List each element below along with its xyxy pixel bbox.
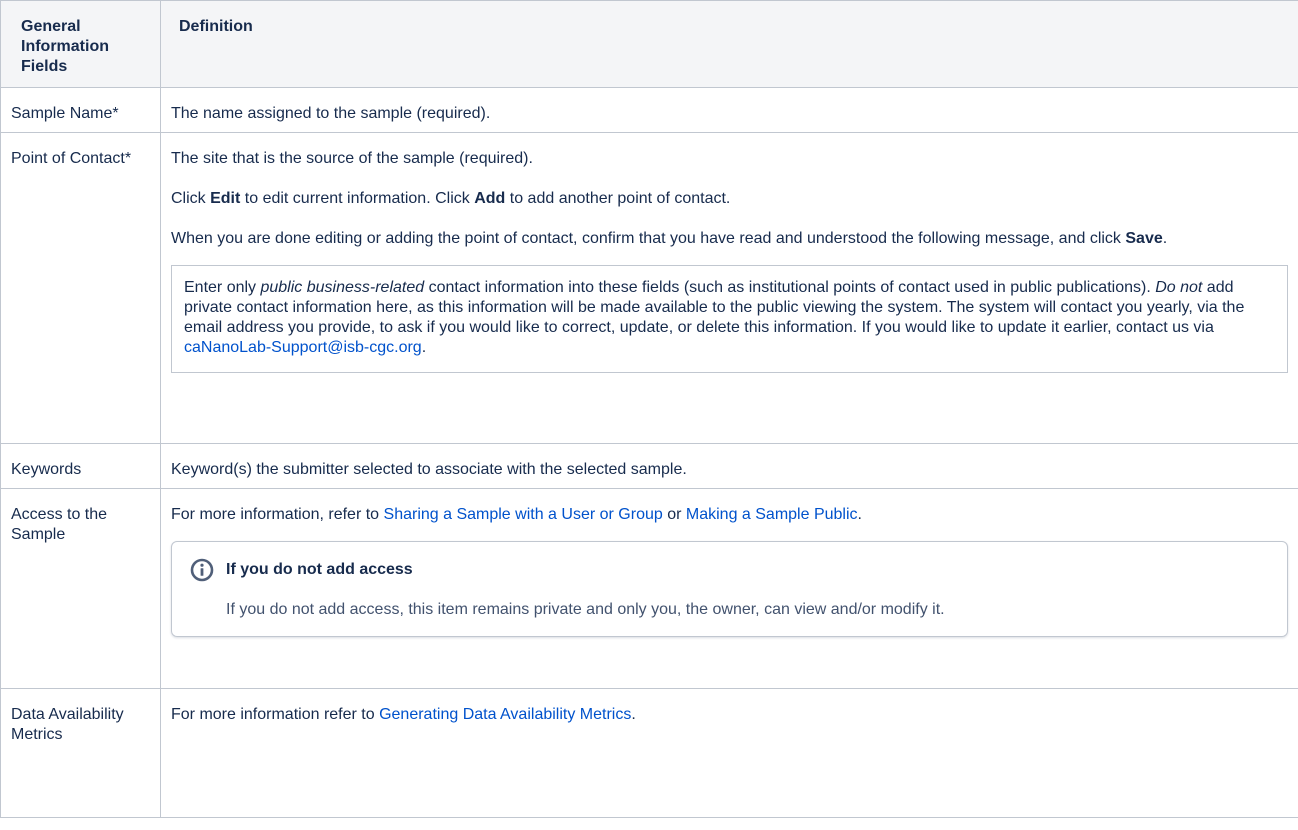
info-macro-header: If you do not add access	[188, 556, 1271, 584]
info-macro: If you do not add access If you do not a…	[171, 541, 1288, 637]
definition-access: For more information, refer to Sharing a…	[160, 488, 1298, 689]
field-keywords: Keywords	[0, 443, 161, 489]
field-point-of-contact: Point of Contact*	[0, 132, 161, 444]
support-email-link[interactable]: caNanoLab-Support@isb-cgc.org	[184, 339, 422, 356]
poc-paragraph-3: When you are done editing or adding the …	[171, 230, 1168, 247]
poc-paragraph-2: Click Edit to edit current information. …	[171, 190, 731, 207]
data-availability-link[interactable]: Generating Data Availability Metrics	[379, 706, 631, 723]
info-icon	[188, 556, 216, 584]
header-definition: Definition	[160, 0, 1298, 88]
definition-data-availability: For more information refer to Generating…	[160, 688, 1298, 818]
definition-point-of-contact: The site that is the source of the sampl…	[160, 132, 1298, 444]
definition-sample-name: The name assigned to the sample (require…	[160, 87, 1298, 133]
info-macro-title: If you do not add access	[226, 561, 413, 578]
field-data-availability: Data Availability Metrics	[0, 688, 161, 818]
header-fields: General Information Fields	[0, 0, 161, 88]
definitions-table: General Information Fields Definition Sa…	[0, 0, 1298, 818]
table-header-row: General Information Fields Definition	[0, 0, 1298, 88]
access-paragraph: For more information, refer to Sharing a…	[171, 506, 862, 523]
add-label: Add	[474, 190, 506, 207]
save-label: Save	[1125, 230, 1163, 247]
table-row: Access to the Sample For more informatio…	[0, 488, 1298, 689]
table-row: Keywords Keyword(s) the submitter select…	[0, 443, 1298, 489]
edit-label: Edit	[210, 190, 241, 207]
field-access: Access to the Sample	[0, 488, 161, 689]
table-row: Sample Name* The name assigned to the sa…	[0, 87, 1298, 133]
sharing-sample-link[interactable]: Sharing a Sample with a User or Group	[384, 506, 663, 523]
field-sample-name: Sample Name*	[0, 87, 161, 133]
table-row: Data Availability Metrics For more infor…	[0, 688, 1298, 818]
poc-paragraph-1: The site that is the source of the sampl…	[171, 150, 533, 167]
table-row: Point of Contact* The site that is the s…	[0, 132, 1298, 444]
making-sample-public-link[interactable]: Making a Sample Public	[686, 506, 858, 523]
privacy-notice-panel: Enter only public business-related conta…	[171, 265, 1288, 373]
info-macro-body: If you do not add access, this item rema…	[226, 601, 945, 618]
definition-keywords: Keyword(s) the submitter selected to ass…	[160, 443, 1298, 489]
